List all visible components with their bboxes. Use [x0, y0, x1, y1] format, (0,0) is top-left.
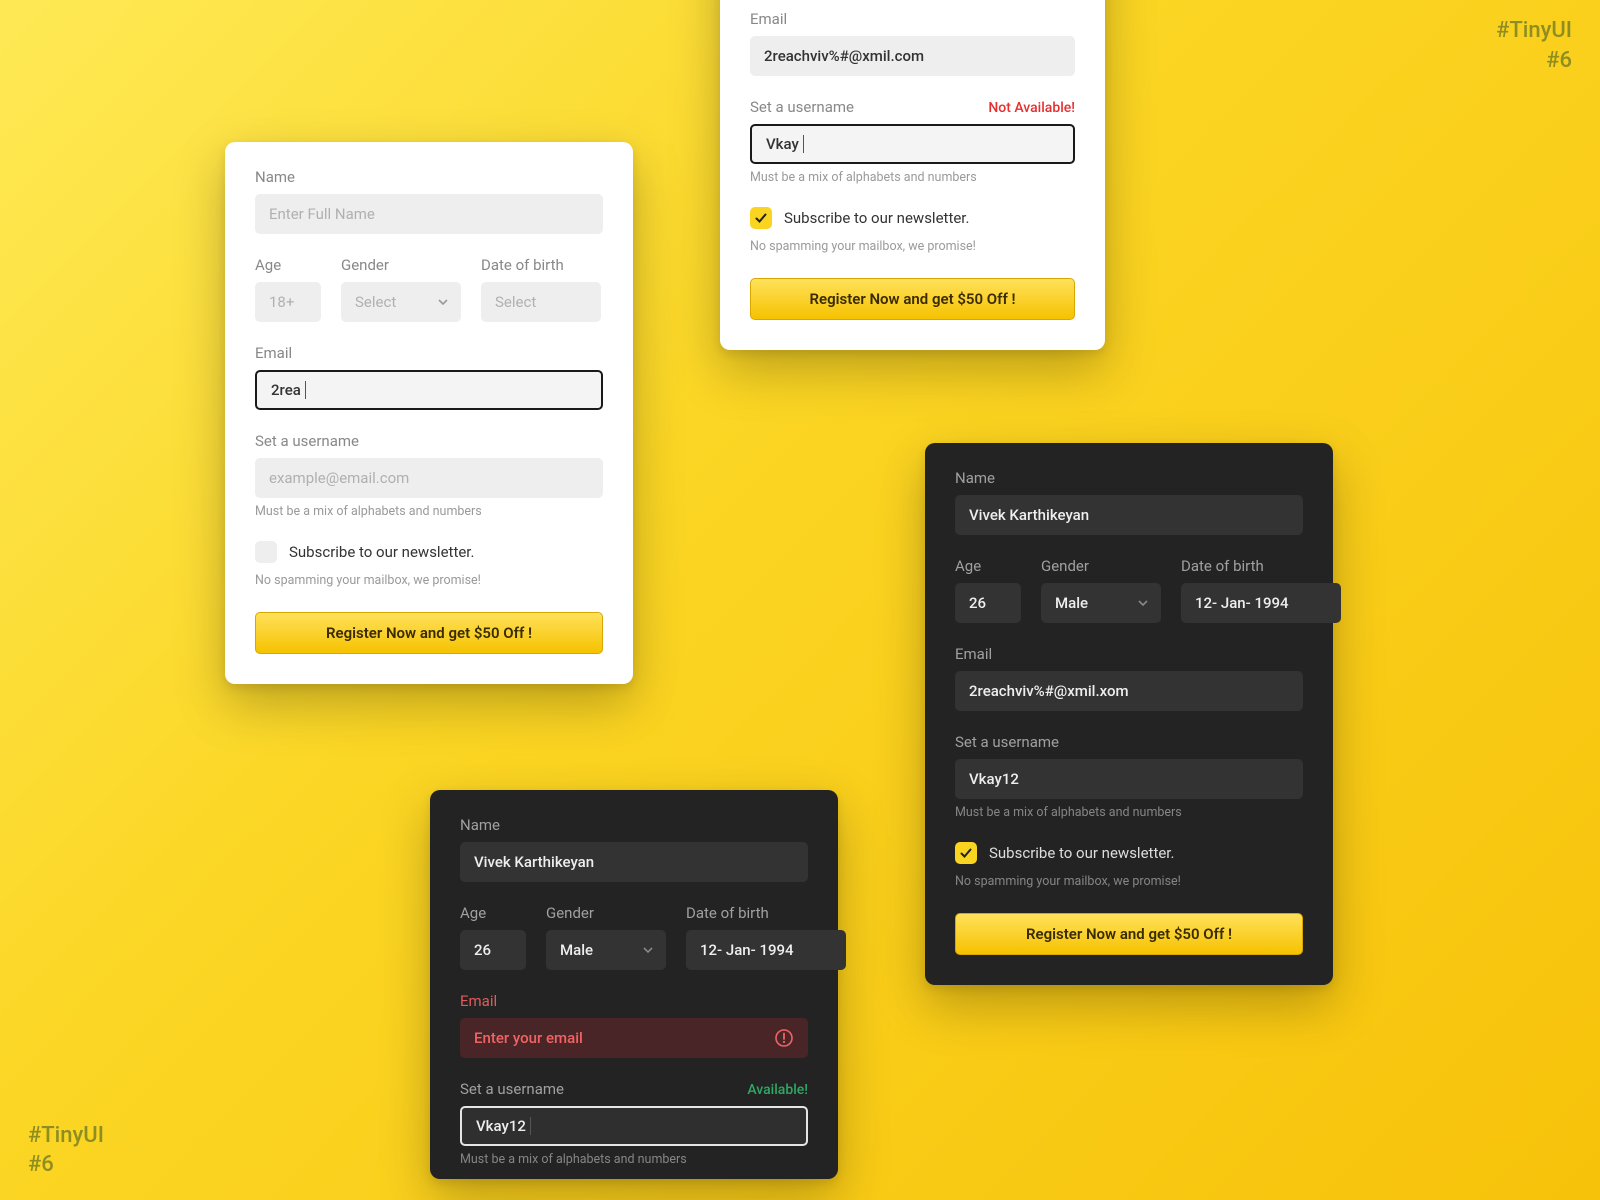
register-button[interactable]: Register Now and get $50 Off !: [750, 278, 1075, 320]
name-input[interactable]: Enter Full Name: [255, 194, 603, 234]
gender-value: Male: [1055, 594, 1088, 612]
email-field: Email 2reachviv%#@xmil.xom: [955, 645, 1303, 711]
form-card-light-error: Email 2reachviv%#@xmil.com Set a usernam…: [720, 0, 1105, 350]
newsletter-helper: No spamming your mailbox, we promise!: [955, 874, 1303, 889]
gender-field: Gender Select: [341, 256, 461, 322]
username-label: Set a username: [460, 1080, 564, 1098]
email-input[interactable]: 2rea: [255, 370, 603, 410]
register-button[interactable]: Register Now and get $50 Off !: [255, 612, 603, 654]
newsletter-helper: No spamming your mailbox, we promise!: [255, 573, 603, 588]
username-field: Set a username example@email.com Must be…: [255, 432, 603, 519]
newsletter-label: Subscribe to our newsletter.: [989, 844, 1174, 862]
newsletter-row: Subscribe to our newsletter.: [750, 207, 1075, 229]
watermark-line1: #TinyUI: [28, 1121, 104, 1151]
email-input[interactable]: 2reachviv%#@xmil.xom: [955, 671, 1303, 711]
username-helper: Must be a mix of alphabets and numbers: [750, 170, 1075, 185]
gender-select[interactable]: Select: [341, 282, 461, 322]
username-label: Set a username: [750, 98, 854, 116]
gender-select[interactable]: Male: [546, 930, 666, 970]
form-card-dark-filled: Name Vivek Karthikeyan Age 26 Gender Mal…: [925, 443, 1333, 985]
name-input[interactable]: Vivek Karthikeyan: [460, 842, 808, 882]
dob-field: Date of birth Select: [481, 256, 601, 322]
name-field: Name Vivek Karthikeyan: [460, 816, 808, 882]
newsletter-helper: No spamming your mailbox, we promise!: [750, 239, 1075, 254]
chevron-down-icon: [437, 296, 449, 308]
gender-label: Gender: [1041, 557, 1161, 575]
name-label: Name: [460, 816, 808, 834]
name-field: Name Enter Full Name: [255, 168, 603, 234]
newsletter-checkbox[interactable]: [750, 207, 772, 229]
watermark-top-right: #TinyUI #6: [1496, 16, 1572, 75]
dob-input[interactable]: Select: [481, 282, 601, 322]
gender-field: Gender Male: [1041, 557, 1161, 623]
username-input[interactable]: example@email.com: [255, 458, 603, 498]
newsletter-checkbox[interactable]: [955, 842, 977, 864]
email-field: Email 2reachviv%#@xmil.com: [750, 10, 1075, 76]
username-input[interactable]: Vkay12: [955, 759, 1303, 799]
email-field: Email Enter your email: [460, 992, 808, 1058]
alert-circle-icon: [774, 1028, 794, 1048]
age-label: Age: [955, 557, 1021, 575]
age-label: Age: [460, 904, 526, 922]
dob-input[interactable]: 12- Jan- 1994: [686, 930, 846, 970]
newsletter-row: Subscribe to our newsletter.: [955, 842, 1303, 864]
gender-label: Gender: [341, 256, 461, 274]
age-field: Age 26: [460, 904, 526, 970]
name-input[interactable]: Vivek Karthikeyan: [955, 495, 1303, 535]
watermark-line1: #TinyUI: [1496, 16, 1572, 46]
watermark-bottom-left: #TinyUI #6: [28, 1121, 104, 1180]
username-input[interactable]: Vkay12: [460, 1106, 808, 1146]
form-card-light-default: Name Enter Full Name Age 18+ Gender Sele…: [225, 142, 633, 684]
username-status-error: Not Available!: [988, 100, 1075, 116]
name-label: Name: [255, 168, 603, 186]
email-input-error[interactable]: Enter your email: [460, 1018, 808, 1058]
dob-input[interactable]: 12- Jan- 1994: [1181, 583, 1341, 623]
age-label: Age: [255, 256, 321, 274]
dob-label: Date of birth: [1181, 557, 1341, 575]
email-label: Email: [255, 344, 603, 362]
age-input[interactable]: 26: [460, 930, 526, 970]
username-field: Set a username Not Available! Vkay Must …: [750, 98, 1075, 185]
username-status-ok: Available!: [747, 1082, 808, 1098]
newsletter-label: Subscribe to our newsletter.: [784, 209, 969, 227]
dob-field: Date of birth 12- Jan- 1994: [686, 904, 846, 970]
email-label: Email: [955, 645, 1303, 663]
age-input[interactable]: 26: [955, 583, 1021, 623]
username-input[interactable]: Vkay: [750, 124, 1075, 164]
chevron-down-icon: [1137, 597, 1149, 609]
register-button[interactable]: Register Now and get $50 Off !: [955, 913, 1303, 955]
dob-label: Date of birth: [686, 904, 846, 922]
username-field: Set a username Vkay12 Must be a mix of a…: [955, 733, 1303, 820]
gender-value: Select: [355, 293, 396, 311]
username-helper: Must be a mix of alphabets and numbers: [255, 504, 603, 519]
email-field: Email 2rea: [255, 344, 603, 410]
chevron-down-icon: [642, 944, 654, 956]
dob-label: Date of birth: [481, 256, 601, 274]
name-label: Name: [955, 469, 1303, 487]
email-label-error: Email: [460, 992, 808, 1010]
watermark-line2: #6: [28, 1150, 104, 1180]
username-helper: Must be a mix of alphabets and numbers: [460, 1152, 808, 1167]
name-field: Name Vivek Karthikeyan: [955, 469, 1303, 535]
gender-select[interactable]: Male: [1041, 583, 1161, 623]
age-field: Age 18+: [255, 256, 321, 322]
gender-value: Male: [560, 941, 593, 959]
newsletter-checkbox[interactable]: [255, 541, 277, 563]
dob-field: Date of birth 12- Jan- 1994: [1181, 557, 1341, 623]
form-card-dark-validation: Name Vivek Karthikeyan Age 26 Gender Mal…: [430, 790, 838, 1179]
age-field: Age 26: [955, 557, 1021, 623]
username-field: Set a username Available! Vkay12 Must be…: [460, 1080, 808, 1167]
watermark-line2: #6: [1496, 46, 1572, 76]
gender-label: Gender: [546, 904, 666, 922]
gender-field: Gender Male: [546, 904, 666, 970]
username-helper: Must be a mix of alphabets and numbers: [955, 805, 1303, 820]
newsletter-row: Subscribe to our newsletter.: [255, 541, 603, 563]
username-label: Set a username: [955, 733, 1303, 751]
email-input[interactable]: 2reachviv%#@xmil.com: [750, 36, 1075, 76]
email-label: Email: [750, 10, 1075, 28]
age-input[interactable]: 18+: [255, 282, 321, 322]
username-label: Set a username: [255, 432, 603, 450]
newsletter-label: Subscribe to our newsletter.: [289, 543, 474, 561]
email-error-text: Enter your email: [474, 1029, 583, 1047]
